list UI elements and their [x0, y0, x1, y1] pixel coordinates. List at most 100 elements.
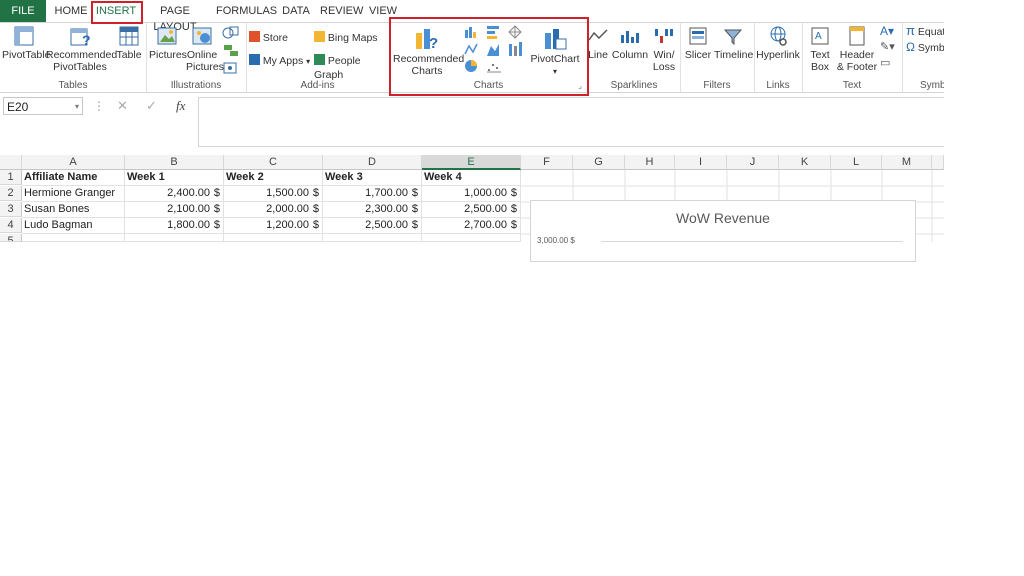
sparkline-column-button[interactable]: Column — [610, 25, 650, 61]
my-apps-button[interactable]: My Apps ▾ — [249, 54, 310, 69]
online-pictures-button[interactable]: Online Pictures — [186, 25, 224, 73]
cell-b5[interactable] — [125, 234, 224, 242]
column-header[interactable]: M — [882, 155, 932, 170]
row-header[interactable]: 3 — [0, 202, 22, 217]
column-header[interactable]: D — [323, 155, 422, 170]
pivottable-button[interactable]: PivotTable — [2, 25, 50, 61]
cell-a5[interactable] — [22, 234, 125, 242]
column-header-selected[interactable]: E — [422, 155, 521, 170]
pictures-button[interactable]: Pictures — [149, 25, 187, 61]
insert-function-icon[interactable]: fx — [176, 98, 185, 114]
tab-formulas[interactable]: FORMULAS — [216, 3, 277, 19]
smartart-icon[interactable] — [222, 42, 242, 58]
wordart-icon[interactable]: A▾ — [880, 24, 894, 38]
svg-text:?: ? — [82, 32, 91, 47]
bing-maps-button[interactable]: Bing Maps — [314, 31, 378, 45]
cell-a3[interactable]: Susan Bones — [22, 202, 125, 218]
select-all-corner[interactable] — [0, 155, 22, 170]
group-addins: Store My Apps ▾ Bing Maps People Graph A… — [246, 22, 390, 92]
column-header[interactable]: H — [625, 155, 675, 170]
tab-data[interactable]: DATA — [280, 3, 312, 19]
cell-b3[interactable]: 2,100.00 $ — [125, 202, 224, 218]
sparkline-winloss-label-2: Loss — [652, 61, 676, 73]
more-options-icon: ⋮ — [93, 99, 105, 113]
column-header[interactable]: A — [22, 155, 125, 170]
tab-page-layout[interactable]: PAGE LAYOUT — [142, 3, 208, 33]
name-box-dropdown-icon[interactable]: ▾ — [75, 98, 79, 116]
currency-symbol: $ — [213, 203, 220, 215]
column-header-partial[interactable] — [932, 155, 944, 170]
formula-input[interactable] — [198, 97, 944, 147]
row-header[interactable]: 5 — [0, 234, 22, 242]
column-header[interactable]: C — [224, 155, 323, 170]
cell-c1[interactable]: Week 2 — [224, 170, 323, 186]
column-header[interactable]: K — [779, 155, 831, 170]
tab-file[interactable]: FILE — [0, 0, 46, 22]
embedded-chart[interactable]: WoW Revenue 3,000.00 $ — [530, 200, 916, 262]
recommended-pivottables-button[interactable]: ? Recommended PivotTables — [46, 25, 117, 73]
text-box-button[interactable]: A Text Box — [806, 25, 834, 73]
timeline-button[interactable]: Timeline — [714, 25, 753, 61]
cell-e5[interactable] — [422, 234, 521, 242]
cell-b4[interactable]: 1,800.00 $ — [125, 218, 224, 234]
column-header[interactable]: G — [573, 155, 625, 170]
cell-value: 2,300.00 — [365, 203, 408, 215]
enter-icon[interactable]: ✓ — [146, 98, 157, 114]
group-tables: PivotTable ? Recommended PivotTables Tab… — [0, 22, 147, 92]
cell-value: 2,400.00 — [167, 187, 210, 199]
group-symbols: π Equat Ω Symb Symb — [902, 22, 944, 92]
pictures-label: Pictures — [149, 49, 187, 61]
cell-b2[interactable]: 2,400.00 $ — [125, 186, 224, 202]
cell-c5[interactable] — [224, 234, 323, 242]
table-button[interactable]: Table — [114, 25, 144, 61]
cell-c3[interactable]: 2,000.00 $ — [224, 202, 323, 218]
tab-home[interactable]: HOME — [54, 3, 88, 19]
row-header[interactable]: 2 — [0, 186, 22, 201]
sparkline-winloss-button[interactable]: Win/ Loss — [650, 25, 678, 73]
slicer-button[interactable]: Slicer — [684, 25, 712, 61]
cell-d3[interactable]: 2,300.00 $ — [323, 202, 422, 218]
column-header[interactable]: I — [675, 155, 727, 170]
cell-d2[interactable]: 1,700.00 $ — [323, 186, 422, 202]
shapes-icon[interactable] — [222, 24, 242, 40]
column-header[interactable]: F — [521, 155, 573, 170]
cell-e1[interactable]: Week 4 — [422, 170, 521, 186]
cell-c4[interactable]: 1,200.00 $ — [224, 218, 323, 234]
object-icon[interactable]: ▭ — [880, 56, 890, 70]
cell-d1[interactable]: Week 3 — [323, 170, 422, 186]
signature-line-icon[interactable]: ✎▾ — [880, 40, 895, 54]
cell-a2[interactable]: Hermione Granger — [22, 186, 125, 202]
cell-e2[interactable]: 1,000.00 $ — [422, 186, 521, 202]
symbol-button[interactable]: Ω Symb — [906, 40, 944, 55]
equation-button[interactable]: π Equat — [906, 24, 944, 39]
people-graph-button[interactable]: People Graph — [314, 54, 389, 82]
hyperlink-button[interactable]: Hyperlink — [756, 25, 800, 61]
cell-d5[interactable] — [323, 234, 422, 242]
cell-c2[interactable]: 1,500.00 $ — [224, 186, 323, 202]
sparkline-line-button[interactable]: Line — [588, 25, 608, 61]
name-box[interactable]: E20 ▾ — [3, 97, 83, 115]
row-header[interactable]: 1 — [0, 170, 22, 185]
cell-value: 1,800.00 — [167, 219, 210, 231]
column-header[interactable]: J — [727, 155, 779, 170]
cancel-icon[interactable]: ✕ — [117, 98, 128, 114]
cell-e3[interactable]: 2,500.00 $ — [422, 202, 521, 218]
column-header[interactable]: B — [125, 155, 224, 170]
tab-review[interactable]: REVIEW — [320, 3, 363, 19]
bing-maps-label: Bing Maps — [327, 32, 378, 44]
header-footer-button[interactable]: Header & Footer — [836, 25, 878, 73]
store-button[interactable]: Store — [249, 31, 288, 45]
cell-b1[interactable]: Week 1 — [125, 170, 224, 186]
screenshot-icon[interactable] — [222, 60, 242, 76]
cell-a4[interactable]: Ludo Bagman — [22, 218, 125, 234]
cell-e4[interactable]: 2,700.00 $ — [422, 218, 521, 234]
cell-value: 1,200.00 — [266, 219, 309, 231]
row-header[interactable]: 4 — [0, 218, 22, 233]
column-header[interactable]: L — [831, 155, 882, 170]
sparkline-column-icon — [621, 31, 639, 43]
cell-a1[interactable]: Affiliate Name — [22, 170, 125, 186]
currency-symbol: $ — [510, 187, 517, 199]
cell-d4[interactable]: 2,500.00 $ — [323, 218, 422, 234]
bing-maps-icon — [314, 31, 325, 42]
omega-icon: Ω — [906, 40, 915, 54]
